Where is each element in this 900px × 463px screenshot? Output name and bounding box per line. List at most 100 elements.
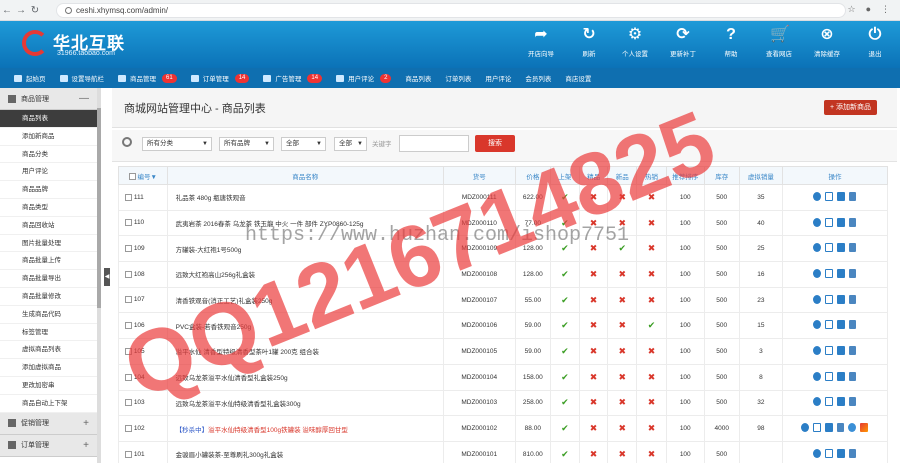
goods-name[interactable]: 远致大红袍高山256g礼盒装 xyxy=(176,272,255,279)
cell-flag[interactable]: ✔ xyxy=(549,209,580,237)
cell-flag[interactable]: ✔ xyxy=(607,235,638,263)
address-bar[interactable]: ceshi.xhymsq.com/admin/ xyxy=(56,3,846,18)
sidebar-item[interactable]: 商品列表 xyxy=(0,110,99,128)
edit-icon[interactable] xyxy=(825,397,834,407)
check-icon[interactable]: ✔ xyxy=(561,397,569,407)
copy-icon[interactable] xyxy=(837,397,846,407)
cell-sales[interactable]: 15 xyxy=(738,312,783,340)
cell-stock[interactable]: 4000 xyxy=(703,415,740,442)
cell-order[interactable]: 100 xyxy=(665,184,705,211)
cross-icon[interactable]: ✖ xyxy=(619,295,627,305)
cell-flag[interactable]: ✔ xyxy=(549,415,580,442)
toolbar-logout[interactable]: ⏻ 退出 xyxy=(852,26,898,64)
edit-icon[interactable] xyxy=(825,268,834,278)
star-icon[interactable]: ☆ xyxy=(847,4,855,15)
cell-flag[interactable]: ✔ xyxy=(549,184,580,211)
check-icon[interactable]: ✔ xyxy=(561,449,569,459)
keyword-input[interactable] xyxy=(399,135,469,152)
cross-icon[interactable]: ✖ xyxy=(648,243,656,253)
row-checkbox[interactable] xyxy=(125,399,132,407)
cell-sn[interactable]: MDZ000108 xyxy=(442,261,516,288)
goods-name[interactable]: 远致乌龙茶溢平水仙特级清香型礼盒装300g xyxy=(176,401,301,408)
cell-name[interactable]: 武夷岩茶 2016春茶 乌龙茶 铁玉龍 中火 一件 部件 ZYP0860-125… xyxy=(166,209,444,237)
cell-stock[interactable]: 500 xyxy=(703,389,740,417)
cell-name[interactable]: 远致大红袍高山256g礼盒装 xyxy=(166,261,444,288)
cell-flag[interactable]: ✖ xyxy=(578,440,609,463)
check-icon[interactable]: ✔ xyxy=(561,320,569,330)
cell-price[interactable]: 88.00 xyxy=(514,415,551,442)
cell-order[interactable]: 100 xyxy=(665,312,705,340)
cell-flag[interactable]: ✔ xyxy=(549,389,580,417)
sidebar-item[interactable]: 商品分类 xyxy=(0,146,99,164)
cross-icon[interactable]: ✖ xyxy=(590,423,598,433)
cell-sales[interactable]: 35 xyxy=(738,184,783,211)
toolbar-wizard[interactable]: ➦ 开店向导 xyxy=(518,26,564,64)
nav-goods[interactable]: 商品管理 61 xyxy=(118,73,177,83)
info-icon[interactable] xyxy=(65,7,72,14)
nav-home[interactable]: 起始页 xyxy=(14,73,46,83)
col-order[interactable]: 推荐排序 xyxy=(665,166,705,185)
cross-icon[interactable]: ✖ xyxy=(619,346,627,356)
nav-member-list[interactable]: 会员列表 xyxy=(525,73,551,83)
cell-flag[interactable]: ✖ xyxy=(578,312,609,340)
cell-flag[interactable]: ✔ xyxy=(549,363,580,391)
col-sn[interactable]: 货号 xyxy=(442,166,516,185)
nav-ads[interactable]: 广告管理 14 xyxy=(263,73,323,83)
cell-flag[interactable]: ✖ xyxy=(578,261,609,288)
cell-sn[interactable]: MDZ000111 xyxy=(442,184,516,211)
cross-icon[interactable]: ✖ xyxy=(648,372,656,382)
copy-icon[interactable] xyxy=(837,345,846,355)
cross-icon[interactable]: ✖ xyxy=(590,243,598,253)
cell-order[interactable]: 100 xyxy=(665,338,705,365)
copy-icon[interactable] xyxy=(837,191,846,201)
expand-icon[interactable]: + xyxy=(83,440,89,451)
cell-flag[interactable]: ✖ xyxy=(578,235,609,263)
cross-icon[interactable]: ✖ xyxy=(619,320,627,330)
edit-icon[interactable] xyxy=(825,217,834,227)
check-icon[interactable]: ✔ xyxy=(561,346,569,356)
cell-flag[interactable]: ✖ xyxy=(607,184,638,211)
check-icon[interactable]: ✔ xyxy=(619,243,627,253)
edit-icon[interactable] xyxy=(825,191,834,201)
cross-icon[interactable]: ✖ xyxy=(619,449,627,459)
cross-icon[interactable]: ✖ xyxy=(648,397,656,407)
cell-flag[interactable]: ✖ xyxy=(578,338,609,365)
goods-name[interactable]: 武夷岩茶 2016春茶 乌龙茶 铁玉龍 中火 一件 部件 ZYP0860-125… xyxy=(176,221,364,228)
toolbar-refresh[interactable]: ↻ 刷新 xyxy=(566,26,612,64)
view-icon[interactable] xyxy=(813,294,822,304)
view-icon[interactable] xyxy=(813,345,822,355)
cell-sn[interactable]: MDZ000102 xyxy=(442,415,516,442)
cell-stock[interactable]: 500 xyxy=(703,184,740,211)
cell-flag[interactable]: ✖ xyxy=(607,440,638,463)
goods-name[interactable]: 远致乌龙茶溢平水仙清香型礼盒装250g xyxy=(176,375,288,382)
trash-icon[interactable] xyxy=(849,217,857,227)
trash-icon[interactable] xyxy=(849,397,857,407)
copy-icon[interactable] xyxy=(837,371,846,381)
cell-order[interactable]: 100 xyxy=(665,235,705,263)
cell-stock[interactable]: 500 xyxy=(703,286,740,314)
col-name[interactable]: 商品名称 xyxy=(166,166,444,185)
cell-order[interactable]: 100 xyxy=(665,261,705,288)
view-icon[interactable] xyxy=(813,191,822,201)
trash-icon[interactable] xyxy=(849,243,857,253)
trash-icon[interactable] xyxy=(849,320,857,330)
cell-sn[interactable]: MDZ000107 xyxy=(442,286,516,314)
cell-sales[interactable]: 25 xyxy=(738,235,783,263)
cell-flag[interactable]: ✖ xyxy=(578,415,609,442)
cell-price[interactable]: 128.00 xyxy=(514,261,551,288)
cell-stock[interactable]: 500 xyxy=(703,209,740,237)
sidebar-item[interactable]: 更改加密串 xyxy=(0,377,99,395)
menu-icon[interactable]: ⋮ xyxy=(881,4,890,15)
sidebar-item[interactable]: 商品批量导出 xyxy=(0,270,99,288)
cell-flag[interactable]: ✔ xyxy=(549,312,580,340)
cross-icon[interactable]: ✖ xyxy=(619,269,627,279)
copy-icon[interactable] xyxy=(837,243,846,253)
cell-sales[interactable] xyxy=(738,440,783,463)
view-icon[interactable] xyxy=(813,371,822,381)
cell-flag[interactable]: ✔ xyxy=(636,312,667,340)
check-icon[interactable]: ✔ xyxy=(648,320,656,330)
cell-flag[interactable]: ✖ xyxy=(607,286,638,314)
cell-name[interactable]: 溢平水仙 清香型特级清香型茶叶1罐 200克 组合装 xyxy=(166,338,444,365)
search-button[interactable]: 搜索 xyxy=(475,135,515,152)
sidebar-item[interactable]: 商品批量上传 xyxy=(0,252,99,271)
